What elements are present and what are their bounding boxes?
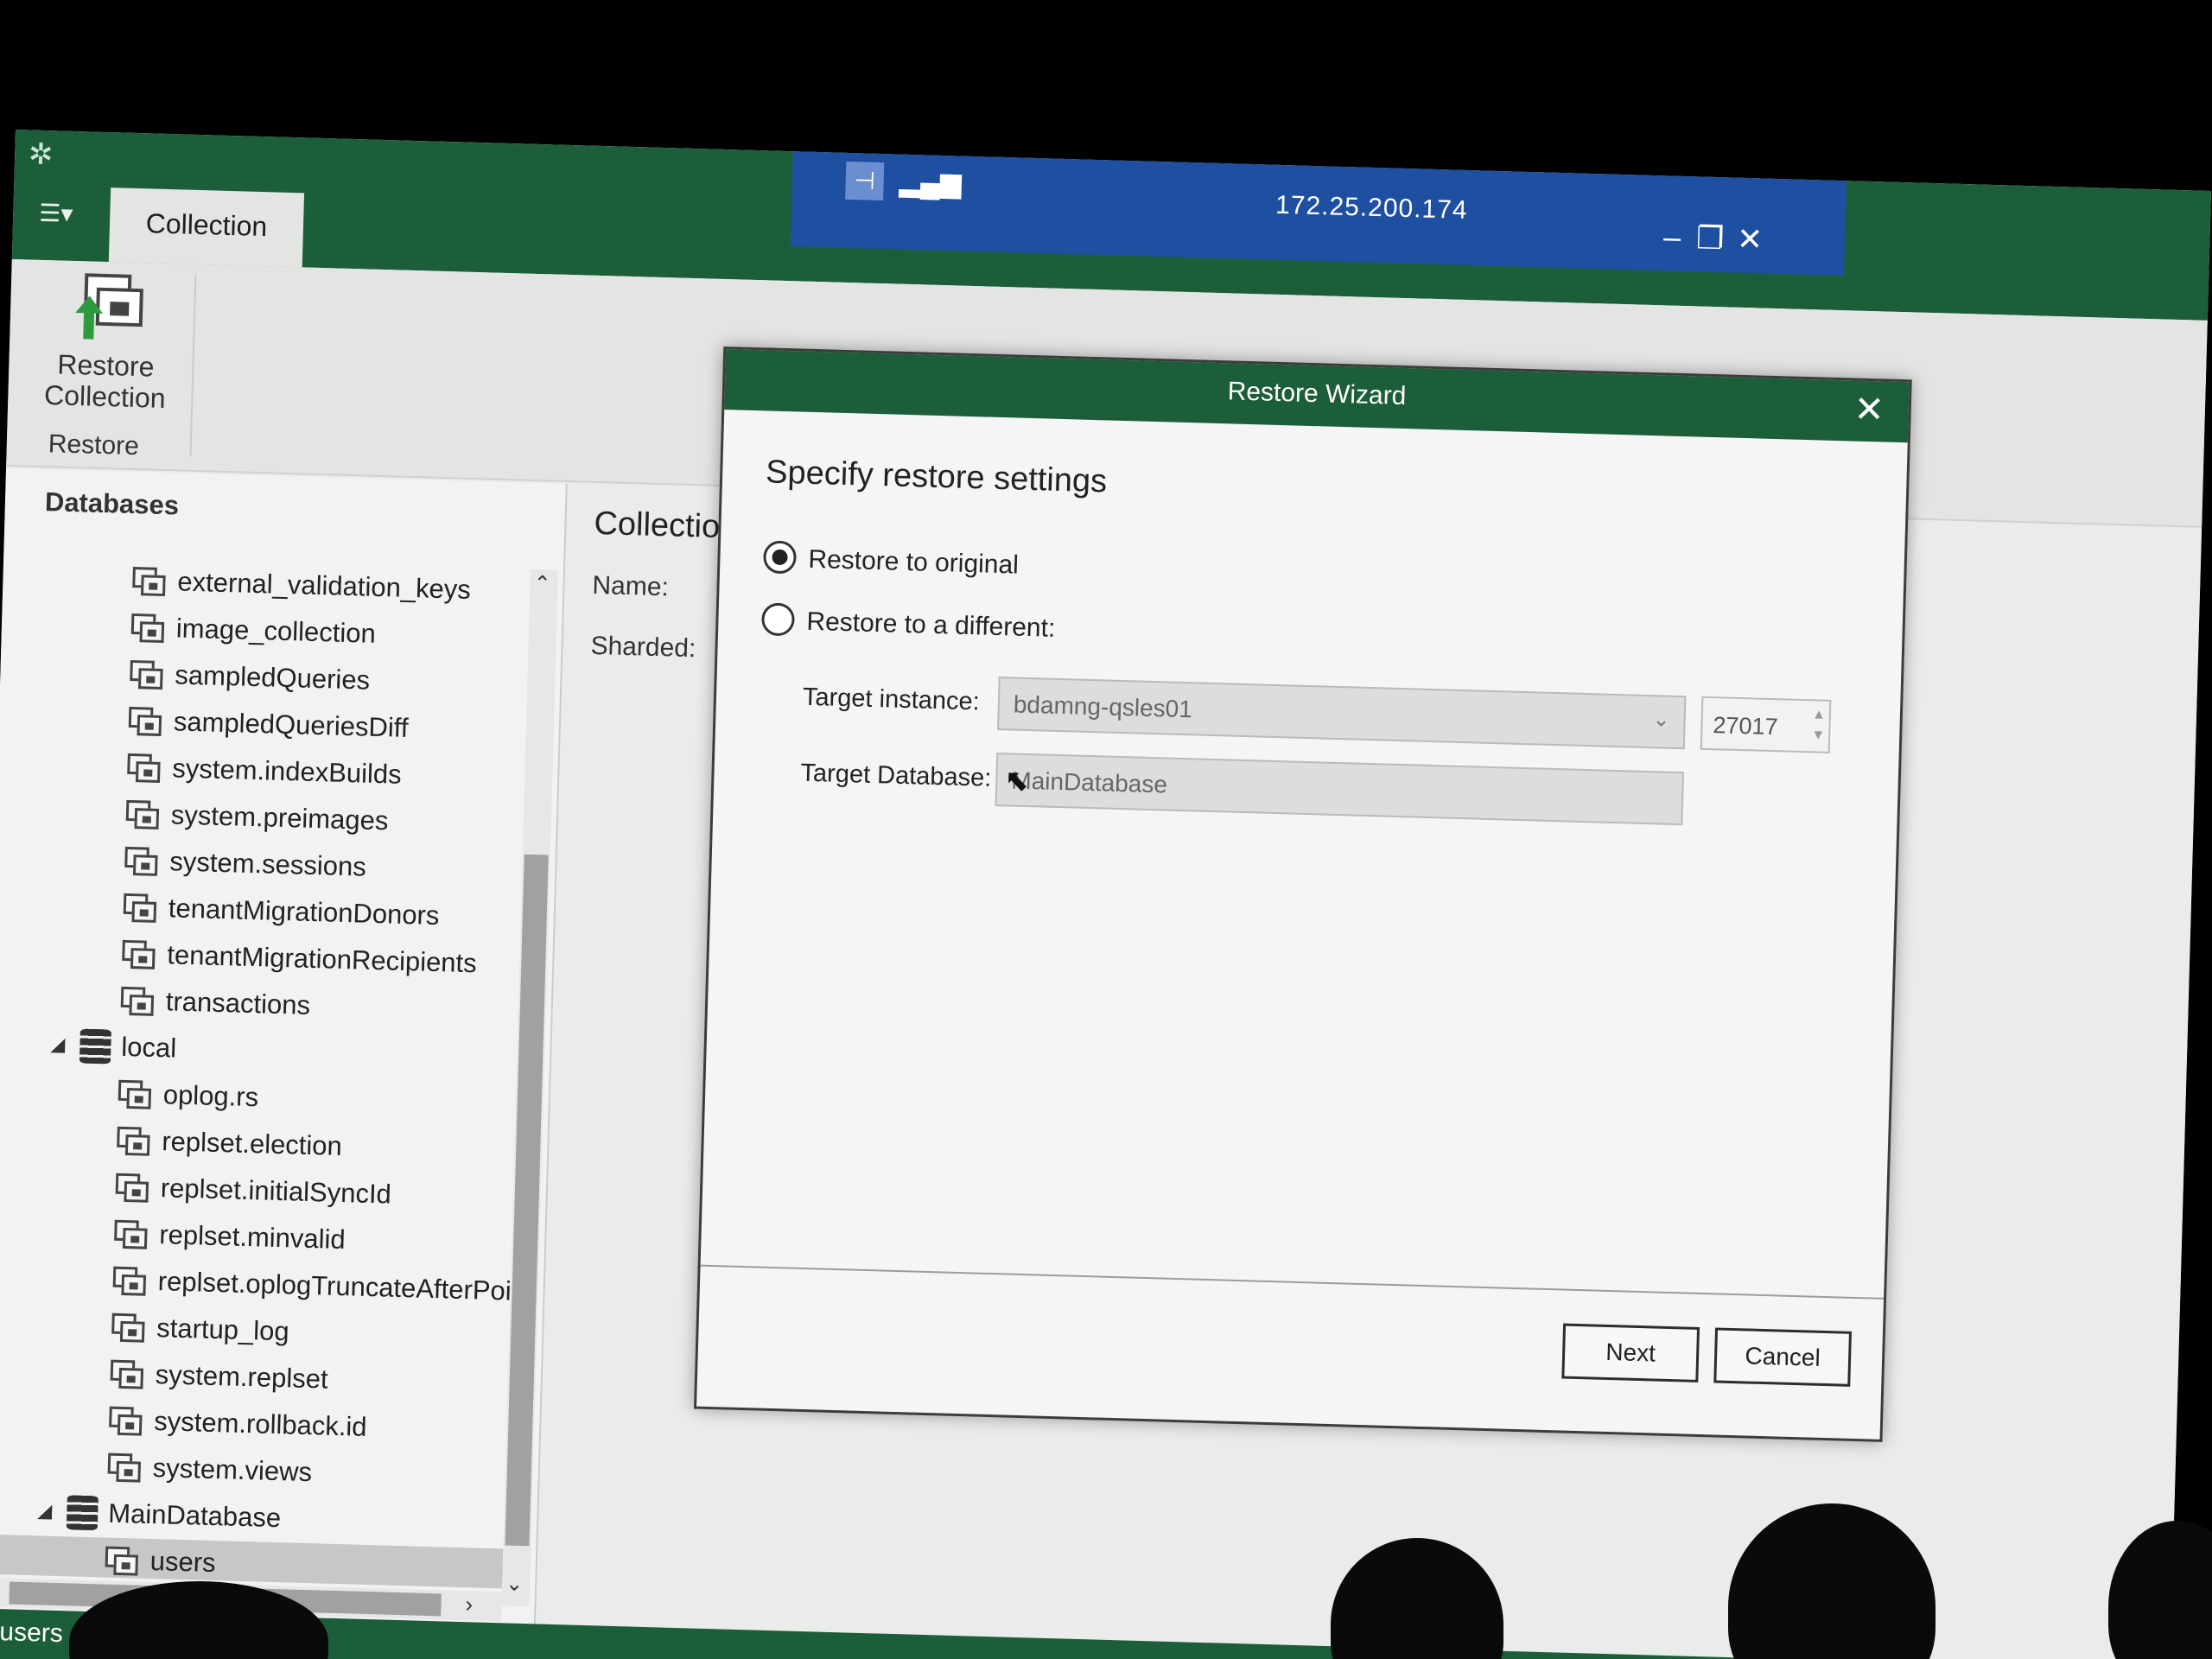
tree-node-label: local [120,1031,177,1064]
collection-icon [125,799,161,830]
target-database-value: MainDatabase [1010,766,1168,798]
next-button[interactable]: Next [1561,1323,1700,1382]
tree-node-label: tenantMigrationRecipients [166,939,478,979]
restore-collection-label: Restore Collection [43,348,167,414]
tree-node-label: tenantMigrationDonors [168,893,440,931]
database-tree[interactable]: external_validation_keys image_collection… [0,555,531,1589]
collection-icon [132,566,168,597]
collection-icon [115,1173,150,1204]
expand-toggle-icon[interactable]: ◢ [50,1033,66,1056]
collection-icon [130,659,165,690]
database-icon [66,1495,100,1532]
radio-button-checked[interactable] [763,540,798,575]
radio-label-different: Restore to a different: [806,607,1056,643]
tree-node-label: users [149,1546,217,1579]
target-instance-value: bdamng-qsles01 [1013,690,1193,723]
remote-connection-bar: ⊣ ▂▄▆ 172.25.200.174 – ❐ ✕ [790,151,1847,276]
chevron-down-icon: ⌄ [1652,708,1671,732]
collection-icon [112,1266,148,1297]
details-name-label: Name: [592,570,670,602]
collection-icon [130,613,166,644]
dialog-close-icon[interactable]: ✕ [1853,388,1885,431]
collection-icon [114,1219,149,1250]
tree-node-label: transactions [165,986,311,1020]
mouse-cursor-icon: ⬉ [1003,764,1030,798]
details-title: Collection [593,505,739,546]
radio-restore-original[interactable]: Restore to original [763,538,1019,580]
tree-node-label: system.preimages [170,799,389,836]
restore-collection-icon [67,270,147,344]
database-tree-panel: Databases external_validation_keys image_… [0,467,568,1624]
collection-icon [124,846,160,877]
collection-icon [122,939,157,970]
tree-node-label: replset.initialSyncId [160,1173,392,1210]
tab-collection[interactable]: Collection [108,188,305,268]
target-database-label: Target Database: [800,759,992,792]
tree-node-label: MainDatabase [107,1497,282,1534]
app-logo-icon: ✲ [28,137,54,172]
minimize-icon[interactable]: – [1655,219,1690,256]
tree-node-label: replset.minvalid [158,1219,346,1255]
collection-icon [123,893,158,924]
port-value: 27017 [1713,712,1779,741]
wizard-heading: Specify restore settings [765,454,1108,500]
tree-node-label: oplog.rs [162,1079,259,1113]
restore-window-icon[interactable]: ❐ [1693,219,1728,257]
pin-icon[interactable]: ⊣ [845,161,885,201]
collection-icon [117,1126,152,1157]
tree-header: Databases [44,486,180,521]
port-stepper[interactable]: 27017 ▲ ▼ [1700,696,1832,753]
signal-icon: ▂▄▆ [899,165,963,199]
projected-screen: ✲ ☰▾ Collection ⊣ ▂▄▆ 172.25.200.174 – ❐… [0,130,2212,1659]
collection-icon [127,753,162,784]
target-database-field[interactable]: ⬉ MainDatabase [995,752,1685,826]
close-icon[interactable]: ✕ [1732,221,1768,258]
tree-node-label: image_collection [175,613,377,649]
spinner-arrows-icon[interactable]: ▲ ▼ [1811,704,1826,746]
collection-icon [111,1313,147,1344]
details-sharded-label: Sharded: [590,631,696,664]
collection-icon [118,1079,153,1110]
ribbon-group-restore: Restore [48,429,140,461]
cancel-button[interactable]: Cancel [1713,1327,1852,1387]
tree-node-label: system.sessions [168,846,367,882]
restore-wizard-dialog: Restore Wizard ✕ Specify restore setting… [693,346,1912,1442]
tree-node-label: replset.election [161,1126,343,1162]
target-instance-label: Target instance: [802,683,981,716]
expand-toggle-icon[interactable]: ◢ [37,1499,53,1522]
connection-ip: 172.25.200.174 [1274,190,1469,225]
database-icon [79,1028,113,1065]
collection-icon [120,986,156,1017]
tree-node-label: sampledQueriesDiff [173,706,410,743]
collection-icon [110,1359,145,1390]
ribbon-separator [189,274,197,456]
radio-label-original: Restore to original [808,544,1020,580]
tree-node-label: external_validation_keys [176,566,472,605]
tree-node-label: system.rollback.id [153,1406,368,1442]
tree-node-label: replset.oplogTruncateAfterPoi [157,1266,512,1306]
collection-icon [107,1452,143,1484]
target-instance-select[interactable]: bdamng-qsles01 ⌄ [997,677,1687,750]
dialog-footer-divider [700,1264,1885,1300]
tree-node-label: system.views [152,1452,313,1488]
tree-node-label: startup_log [156,1313,290,1347]
tree-node-label: sampledQueries [174,659,371,696]
scroll-down-icon[interactable]: ⌄ [505,1571,524,1597]
scroll-up-icon[interactable]: ⌃ [533,571,551,597]
tree-node-label: system.replset [155,1359,329,1395]
radio-restore-different[interactable]: Restore to a different: [760,601,1056,643]
collection-icon [128,706,163,737]
radio-button-unchecked[interactable] [760,602,796,637]
restore-collection-button[interactable]: Restore Collection [26,269,186,429]
collection-icon [105,1546,140,1577]
main-menu-button[interactable]: ☰▾ [39,198,88,231]
status-text: users [0,1618,64,1649]
tree-node-label: system.indexBuilds [171,753,403,790]
collection-icon [109,1406,144,1437]
scroll-right-icon[interactable]: › [465,1591,474,1618]
